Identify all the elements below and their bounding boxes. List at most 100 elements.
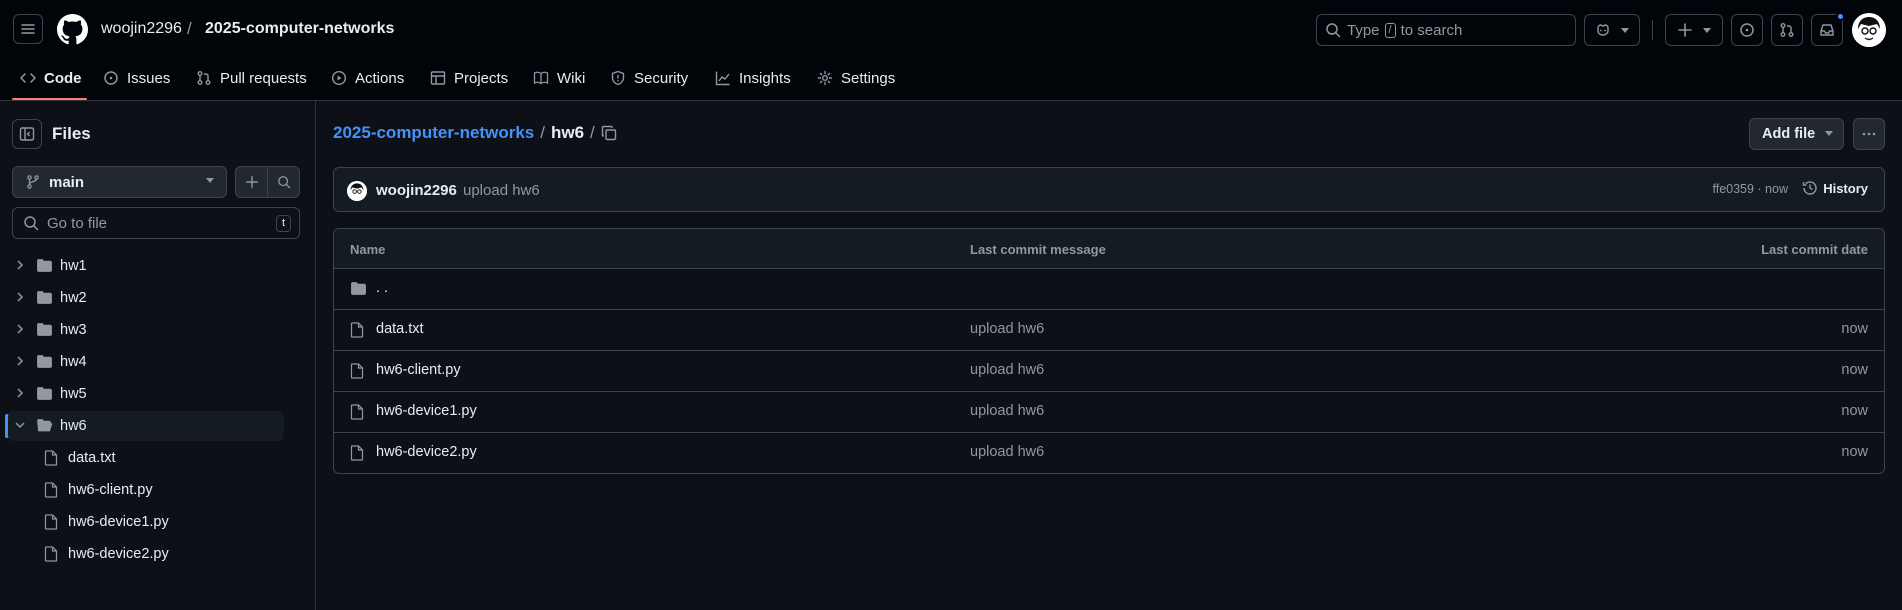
tab-label: Issues	[127, 69, 171, 87]
history-label: History	[1823, 180, 1868, 196]
file-commit-message[interactable]: upload hw6	[970, 444, 1044, 460]
issues-button[interactable]	[1731, 14, 1763, 46]
folder-icon	[37, 259, 52, 272]
file-commit-date: now	[1841, 444, 1868, 460]
tab-wiki[interactable]: Wiki	[533, 67, 585, 89]
tab-projects[interactable]: Projects	[430, 67, 508, 89]
tab-code[interactable]: Code	[20, 67, 82, 89]
table-row[interactable]: data.txt upload hw6 now	[334, 310, 1884, 351]
copy-icon	[601, 125, 617, 141]
tab-security[interactable]: Security	[610, 67, 688, 89]
copilot-button[interactable]	[1584, 14, 1640, 46]
table-row[interactable]: hw6-client.py upload hw6 now	[334, 351, 1884, 392]
file-name-link[interactable]: hw6-client.py	[376, 362, 461, 378]
add-file-button[interactable]	[236, 167, 268, 197]
tab-settings[interactable]: Settings	[817, 67, 895, 89]
plus-icon	[245, 176, 258, 188]
tree-folder-hw5[interactable]: hw5	[8, 379, 284, 409]
commit-author-avatar[interactable]	[347, 181, 367, 201]
table-row[interactable]: hw6-device2.py upload hw6 now	[334, 433, 1884, 473]
tree-file-hw6-device1[interactable]: hw6-device1.py	[8, 507, 284, 537]
history-button[interactable]: History	[1802, 180, 1868, 196]
table-header: Name Last commit message Last commit dat…	[334, 229, 1884, 269]
tab-insights[interactable]: Insights	[715, 67, 791, 89]
create-new-button[interactable]	[1665, 14, 1723, 46]
breadcrumb: 2025-computer-networks / hw6 /	[333, 123, 595, 143]
table-row-parent[interactable]: . .	[334, 269, 1884, 310]
tree-file-hw6-client[interactable]: hw6-client.py	[8, 475, 284, 505]
file-icon	[350, 363, 364, 379]
tab-label: Projects	[454, 69, 509, 87]
tree-folder-hw2[interactable]: hw2	[8, 283, 284, 313]
copy-path-button[interactable]	[601, 125, 617, 141]
file-commit-message[interactable]: upload hw6	[970, 362, 1044, 378]
commit-message[interactable]: upload hw6	[463, 182, 540, 199]
tab-label: Settings	[841, 69, 896, 87]
tree-folder-label: hw4	[60, 354, 87, 370]
graph-icon	[715, 71, 730, 86]
tree-file-label: hw6-client.py	[68, 482, 153, 498]
file-name-link[interactable]: hw6-device2.py	[376, 444, 477, 460]
tab-label: Insights	[739, 69, 791, 87]
active-tab-indicator	[12, 98, 87, 100]
branch-selector[interactable]: main	[12, 166, 227, 198]
tree-folder-label: hw3	[60, 322, 87, 338]
tree-folder-hw3[interactable]: hw3	[8, 315, 284, 345]
book-icon	[533, 71, 549, 85]
add-file-dropdown-button[interactable]: Add file	[1749, 118, 1844, 150]
tree-folder-label: hw6	[60, 418, 87, 434]
folder-open-icon	[37, 419, 53, 432]
breadcrumb-repo-link[interactable]: 2025-computer-networks	[333, 123, 534, 143]
column-last-commit-message: Last commit message	[970, 242, 1106, 257]
chevron-right-icon	[17, 292, 24, 302]
tab-actions[interactable]: Actions	[331, 67, 404, 89]
git-branch-icon	[27, 175, 39, 189]
issue-opened-icon	[1740, 23, 1754, 37]
caret-down-icon	[1621, 27, 1629, 33]
tab-pull-requests[interactable]: Pull requests	[196, 67, 307, 89]
file-commit-date: now	[1841, 403, 1868, 419]
go-to-file-shortcut: t	[275, 215, 291, 232]
file-name-link[interactable]: hw6-device1.py	[376, 403, 477, 419]
tree-folder-hw4[interactable]: hw4	[8, 347, 284, 377]
file-icon	[350, 404, 364, 420]
pull-requests-button[interactable]	[1771, 14, 1803, 46]
search-files-button[interactable]	[268, 167, 299, 197]
file-commit-message[interactable]: upload hw6	[970, 403, 1044, 419]
user-avatar[interactable]	[1852, 13, 1886, 47]
notification-dot	[1836, 12, 1845, 21]
more-options-button[interactable]	[1853, 118, 1885, 150]
parent-directory-link[interactable]: . .	[376, 280, 388, 296]
file-name-link[interactable]: data.txt	[376, 321, 424, 337]
chevron-right-icon	[17, 324, 24, 334]
search-prefix: Type	[1347, 21, 1380, 39]
collapse-sidebar-button[interactable]	[12, 119, 42, 149]
tree-folder-hw6[interactable]: hw6	[8, 411, 284, 441]
search-input[interactable]: Type / to search	[1316, 14, 1576, 46]
commit-author[interactable]: woojin2296	[376, 182, 457, 199]
tree-folder-label: hw1	[60, 258, 87, 274]
copilot-icon	[1597, 24, 1609, 36]
menu-button[interactable]	[13, 14, 43, 44]
table-row[interactable]: hw6-device1.py upload hw6 now	[334, 392, 1884, 433]
repo-link[interactable]: 2025-computer-networks	[205, 20, 394, 38]
search-icon	[1326, 23, 1341, 38]
tree-file-hw6-device2[interactable]: hw6-device2.py	[8, 539, 284, 569]
tab-issues[interactable]: Issues	[103, 67, 170, 89]
tree-file-label: hw6-device2.py	[68, 546, 169, 562]
tree-folder-label: hw5	[60, 386, 87, 402]
header-divider	[1652, 20, 1653, 40]
tree-file-data-txt[interactable]: data.txt	[8, 443, 284, 473]
tree-folder-hw1[interactable]: hw1	[8, 251, 284, 281]
github-logo-icon[interactable]	[57, 14, 88, 45]
file-table: Name Last commit message Last commit dat…	[333, 228, 1885, 474]
kebab-horizontal-icon	[1862, 132, 1876, 136]
tab-label: Security	[634, 69, 689, 87]
file-commit-message[interactable]: upload hw6	[970, 321, 1044, 337]
breadcrumb-current-folder: hw6	[550, 123, 585, 142]
commit-sha-time[interactable]: ffe0359 · now	[1712, 182, 1788, 196]
go-to-file-input[interactable]: Go to file t	[12, 207, 300, 239]
folder-icon	[351, 282, 366, 295]
folder-icon	[37, 387, 52, 400]
owner-link[interactable]: woojin2296	[101, 20, 182, 38]
